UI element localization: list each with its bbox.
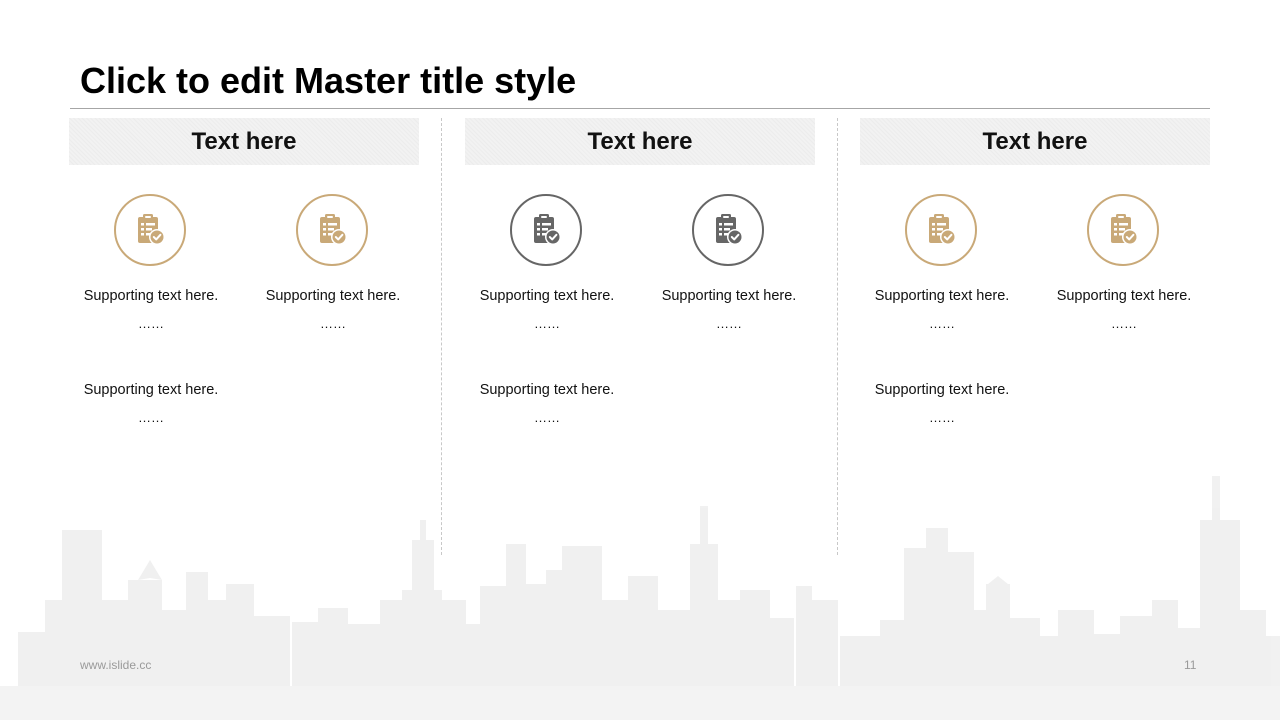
clipboard-check-icon	[296, 194, 368, 266]
supporting-text: Supporting text here.	[874, 288, 1010, 304]
ellipsis-dots: ……	[534, 316, 560, 331]
clipboard-check-icon	[114, 194, 186, 266]
ellipsis-dots: ……	[138, 410, 164, 425]
ellipsis-dots: ……	[534, 410, 560, 425]
supporting-text-item[interactable]: Supporting text here. ……	[457, 282, 637, 338]
column-2: Text here Supporting text here. …… Suppo…	[465, 118, 815, 558]
ellipsis-dots: ……	[1111, 316, 1137, 331]
supporting-text: Supporting text here.	[874, 382, 1010, 398]
column-1: Text here Supporting text here. …… Suppo…	[69, 118, 419, 558]
ellipsis-dots: ……	[716, 316, 742, 331]
title-underline	[70, 108, 1210, 109]
ellipsis-dots: ……	[320, 316, 346, 331]
ellipsis-dots: ……	[929, 410, 955, 425]
page-number: 11	[1184, 658, 1197, 672]
clipboard-check-icon	[905, 194, 977, 266]
ellipsis-dots: ……	[138, 316, 164, 331]
supporting-text: Supporting text here.	[661, 288, 797, 304]
column-header[interactable]: Text here	[465, 118, 815, 165]
column-header[interactable]: Text here	[69, 118, 419, 165]
ellipsis-dots: ……	[929, 316, 955, 331]
supporting-text-item[interactable]: Supporting text here. ……	[852, 376, 1032, 432]
clipboard-check-icon	[1087, 194, 1159, 266]
column-divider	[837, 118, 838, 555]
supporting-text-item[interactable]: Supporting text here. ……	[639, 282, 819, 338]
supporting-text-item[interactable]: Supporting text here. ……	[61, 282, 241, 338]
footer-url: www.islide.cc	[80, 658, 152, 672]
supporting-text-item[interactable]: Supporting text here. ……	[1034, 282, 1214, 338]
supporting-text-item[interactable]: Supporting text here. ……	[457, 376, 637, 432]
clipboard-check-icon	[692, 194, 764, 266]
supporting-text-item[interactable]: Supporting text here. ……	[852, 282, 1032, 338]
column-divider	[441, 118, 442, 555]
supporting-text: Supporting text here.	[83, 382, 219, 398]
supporting-text: Supporting text here.	[479, 382, 615, 398]
supporting-text-item[interactable]: Supporting text here. ……	[61, 376, 241, 432]
clipboard-check-icon	[510, 194, 582, 266]
supporting-text: Supporting text here.	[265, 288, 401, 304]
supporting-text: Supporting text here.	[479, 288, 615, 304]
supporting-text: Supporting text here.	[83, 288, 219, 304]
supporting-text-item[interactable]: Supporting text here. ……	[243, 282, 423, 338]
slide-title[interactable]: Click to edit Master title style	[80, 60, 576, 102]
supporting-text: Supporting text here.	[1056, 288, 1192, 304]
column-header[interactable]: Text here	[860, 118, 1210, 165]
column-3: Text here Supporting text here. …… Suppo…	[860, 118, 1210, 558]
